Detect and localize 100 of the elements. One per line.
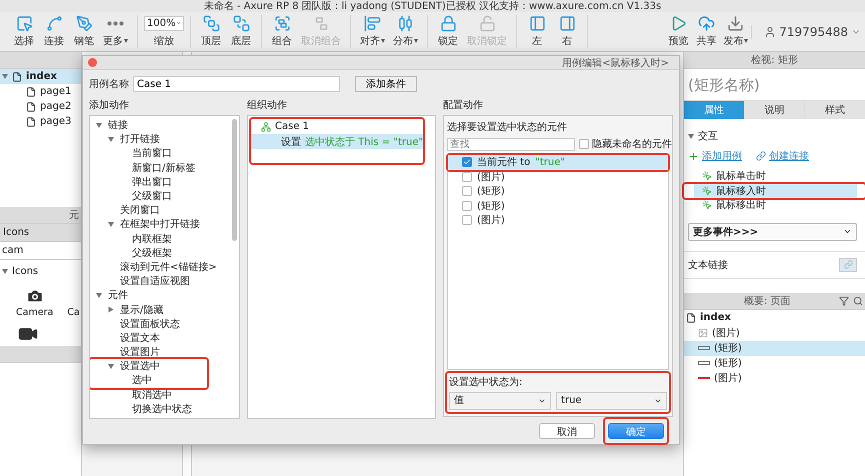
cancel-button[interactable]: 取消 [539, 423, 595, 439]
left-panel-icon [528, 15, 546, 32]
add-condition-button[interactable]: 添加条件 [355, 76, 417, 92]
scrollbar[interactable] [232, 119, 237, 241]
page-item[interactable]: index [0, 69, 81, 84]
line-icon [698, 377, 710, 379]
user-menu[interactable]: 719795488 [751, 24, 861, 38]
event-item[interactable]: 鼠标移出时 [694, 198, 857, 212]
configure-prompt: 选择要设置选中状态的元件 [447, 120, 568, 134]
action-tree-item[interactable]: 元件 [90, 288, 229, 302]
action-tree-item[interactable]: 父级窗口 [90, 188, 229, 204]
action-tree-item[interactable]: 设置选中 [90, 359, 207, 374]
case-item[interactable]: Case 1 [251, 119, 423, 134]
inspector-tab[interactable]: 样式 [805, 101, 865, 119]
action-tree-item[interactable]: 显示/隐藏 [90, 302, 229, 317]
outline-item[interactable]: (图片) [684, 326, 865, 340]
toolbar-button[interactable]: 组合 [268, 15, 296, 48]
widget-item[interactable]: (图片) [448, 170, 668, 184]
outline-item[interactable]: (矩形) [684, 356, 865, 370]
zoom-select[interactable]: 100% [144, 16, 184, 30]
toolbar-button[interactable]: 连接 [40, 15, 68, 48]
action-tree-item[interactable]: 关闭窗口 [90, 203, 229, 218]
checkbox[interactable] [462, 215, 472, 226]
action-tree-item[interactable]: 链接 [90, 118, 229, 132]
section-toggle[interactable]: 交互 [684, 119, 865, 149]
library-group[interactable]: Icons [0, 264, 81, 279]
checkbox[interactable] [462, 200, 472, 211]
toolbar-button[interactable]: 预览 [664, 15, 692, 48]
checkbox[interactable] [462, 172, 472, 182]
toolbar-button[interactable]: 底层 [227, 15, 255, 48]
action-tree-item[interactable]: 弹出窗口 [90, 174, 229, 189]
toolbar-button[interactable]: 分布 [390, 15, 421, 48]
more-events-select[interactable]: 更多事件>>> [688, 222, 857, 240]
action-tree-item[interactable]: 设置文本 [90, 330, 229, 345]
widget-item[interactable]: 当前元件 to "true" [448, 155, 668, 170]
plus-icon [688, 150, 699, 162]
event-item[interactable]: 鼠标移入时 [694, 184, 857, 198]
toolbar-button[interactable]: 共享 [692, 15, 720, 48]
toolbar-button[interactable]: 左 [523, 15, 551, 48]
outline-root[interactable]: index [684, 310, 865, 326]
action-tree-item[interactable]: 设置面板状态 [90, 316, 229, 331]
search-field[interactable]: 查找 [447, 138, 575, 150]
action-tree-item[interactable]: 取消选中 [90, 388, 229, 402]
action-tree-item[interactable]: 选中 [90, 373, 207, 388]
caret-icon [108, 364, 114, 369]
action-tree-item[interactable]: 滚动到元件<锚链接> [90, 260, 229, 274]
inspector-tab[interactable]: 说明 [744, 101, 804, 119]
cloud-upload-icon [698, 15, 715, 32]
action-tree-item[interactable]: 在框架中打开链接 [90, 217, 229, 232]
text-link-button[interactable] [839, 258, 857, 272]
zoom-label: 缩放 [154, 34, 174, 48]
library-dropdown[interactable]: Icons [0, 224, 81, 242]
page-icon [26, 116, 36, 126]
action-item[interactable]: 设置 选中状态于 This = "true" [251, 134, 423, 149]
toolbar-button[interactable]: 锁定 [434, 15, 462, 48]
case-name-field[interactable]: Case 1 [133, 76, 340, 92]
action-tree-item[interactable]: 切换选中状态 [90, 402, 229, 416]
create-link-link[interactable]: 创建连接 [756, 149, 809, 163]
widget-item[interactable]: (矩形) [448, 198, 668, 213]
filter-icon[interactable] [839, 296, 849, 306]
column-title: 组织动作 [247, 99, 288, 110]
checkbox[interactable] [462, 157, 472, 168]
action-tree-item[interactable]: 内联框架 [90, 232, 229, 246]
page-item[interactable]: page2 [0, 99, 81, 114]
group-icon [274, 15, 290, 32]
library-item[interactable]: Ca [67, 287, 80, 318]
caret-icon [96, 292, 102, 298]
action-tree-item[interactable]: 当前窗口 [90, 146, 229, 161]
toolbar-button[interactable]: 对齐 [357, 15, 388, 48]
action-tree-item[interactable]: 父级框架 [90, 246, 229, 260]
connector-icon [46, 15, 62, 32]
library-item[interactable]: Camera [16, 287, 54, 318]
widget-item[interactable]: (图片) [448, 213, 668, 228]
toolbar-button[interactable]: 更多 [100, 15, 131, 48]
bring-front-icon [202, 15, 220, 32]
add-case-link[interactable]: 添加用例 [688, 149, 742, 163]
page-item[interactable]: page3 [0, 114, 81, 129]
outline-item[interactable]: (矩形) [684, 340, 865, 356]
chevron-icon [843, 227, 852, 236]
outline-item[interactable]: (图片) [684, 370, 865, 386]
toolbar-button[interactable]: 顶层 [197, 15, 225, 48]
search-icon[interactable] [853, 296, 863, 306]
action-tree-item[interactable]: 打开链接 [90, 132, 229, 146]
hide-unnamed-checkbox[interactable]: 隐藏未命名的元件 [579, 137, 672, 151]
action-tree-item[interactable]: 新窗口/新标签 [90, 160, 229, 175]
distribute-icon [397, 15, 414, 32]
widget-item[interactable]: (矩形) [448, 184, 668, 198]
action-tree-item[interactable]: 设置图片 [90, 345, 229, 360]
link-icon [844, 260, 852, 269]
toolbar-button[interactable]: 选择 [10, 15, 38, 48]
event-item[interactable]: 鼠标单击时 [694, 169, 857, 184]
close-button[interactable] [88, 58, 97, 67]
checkbox[interactable] [462, 186, 472, 196]
action-tree-item[interactable]: 设置自适应视图 [90, 274, 229, 288]
toolbar-button[interactable]: 右 [553, 15, 581, 48]
toolbar-button[interactable]: 发布 [720, 15, 752, 48]
mode-select[interactable]: 值 [449, 392, 552, 410]
toolbar-button[interactable]: 钢笔 [70, 15, 98, 48]
value-select[interactable]: true [556, 392, 667, 410]
page-item[interactable]: page1 [0, 84, 81, 99]
